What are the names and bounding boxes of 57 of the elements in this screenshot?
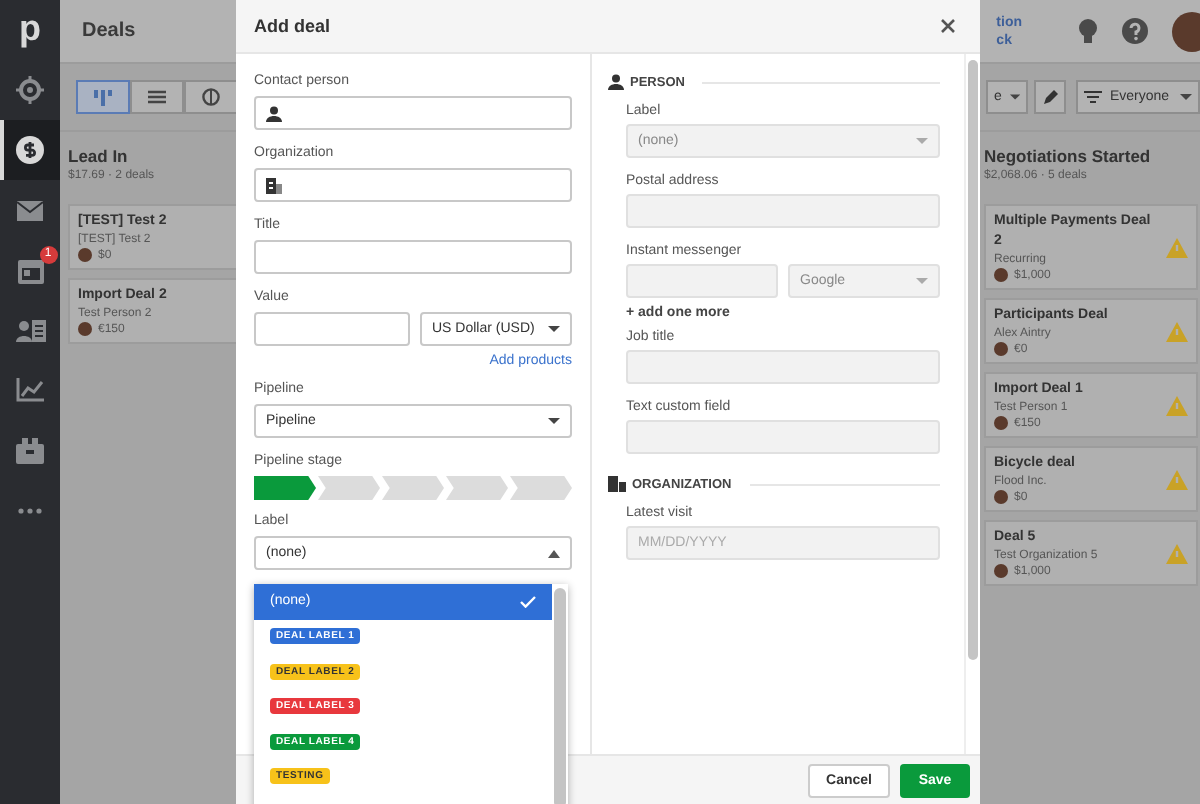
dollar-icon (16, 136, 44, 164)
pencil-icon (1041, 88, 1059, 106)
chart-icon (16, 378, 44, 402)
avatar (994, 564, 1008, 578)
stage-title: Negotiations Started (984, 146, 1153, 166)
avatar[interactable] (1172, 11, 1200, 51)
more-icon (18, 507, 42, 513)
caret-icon (1180, 94, 1192, 100)
help-icon[interactable] (1122, 18, 1148, 44)
scrollbar-thumb[interactable] (968, 60, 978, 660)
target-icon (16, 76, 44, 104)
postal-address-field[interactable] (626, 194, 940, 228)
caret-icon (1009, 94, 1020, 100)
filter-icon (1084, 90, 1102, 104)
avatar (78, 248, 92, 262)
value-field[interactable] (254, 312, 410, 346)
sidebar-item[interactable] (0, 120, 60, 180)
close-button[interactable] (936, 14, 960, 38)
person-icon (266, 105, 282, 121)
logo[interactable]: p (19, 0, 41, 60)
building-icon (266, 177, 282, 193)
organization-field[interactable] (254, 168, 572, 202)
mail-icon (16, 199, 44, 221)
caret-icon (548, 326, 560, 332)
caret-icon (916, 138, 928, 144)
scrollbar-thumb[interactable] (554, 588, 566, 804)
forecast-icon (202, 88, 220, 106)
avatar (994, 342, 1008, 356)
building-icon (608, 476, 626, 492)
text-custom-field[interactable] (626, 420, 940, 454)
messenger-field[interactable] (626, 264, 778, 298)
edit-button[interactable] (1034, 80, 1066, 114)
avatar (994, 490, 1008, 504)
avatar (78, 322, 92, 336)
board-icon (94, 89, 112, 105)
caret-icon (548, 549, 560, 557)
check-icon (520, 595, 536, 608)
person-icon (608, 74, 624, 90)
avatar (994, 416, 1008, 430)
view-toggle[interactable] (130, 80, 184, 114)
calendar-icon (17, 257, 43, 283)
job-title-field[interactable] (626, 350, 940, 384)
view-toggle[interactable] (76, 80, 130, 114)
lightbulb-icon[interactable] (1078, 18, 1098, 44)
pipeline-stage[interactable] (254, 476, 316, 500)
list-icon (148, 90, 166, 104)
caret-icon (548, 418, 560, 424)
contacts-icon (15, 317, 45, 343)
avatar (994, 268, 1008, 282)
caret-icon (916, 278, 928, 284)
dialog-title: Add deal (254, 16, 331, 36)
box-icon (16, 437, 44, 463)
view-toggle[interactable] (184, 80, 238, 114)
title-field[interactable] (254, 240, 572, 274)
page-title: Deals (82, 20, 136, 42)
stage-title: Lead In (68, 146, 130, 166)
contact-person-field[interactable] (254, 96, 572, 130)
